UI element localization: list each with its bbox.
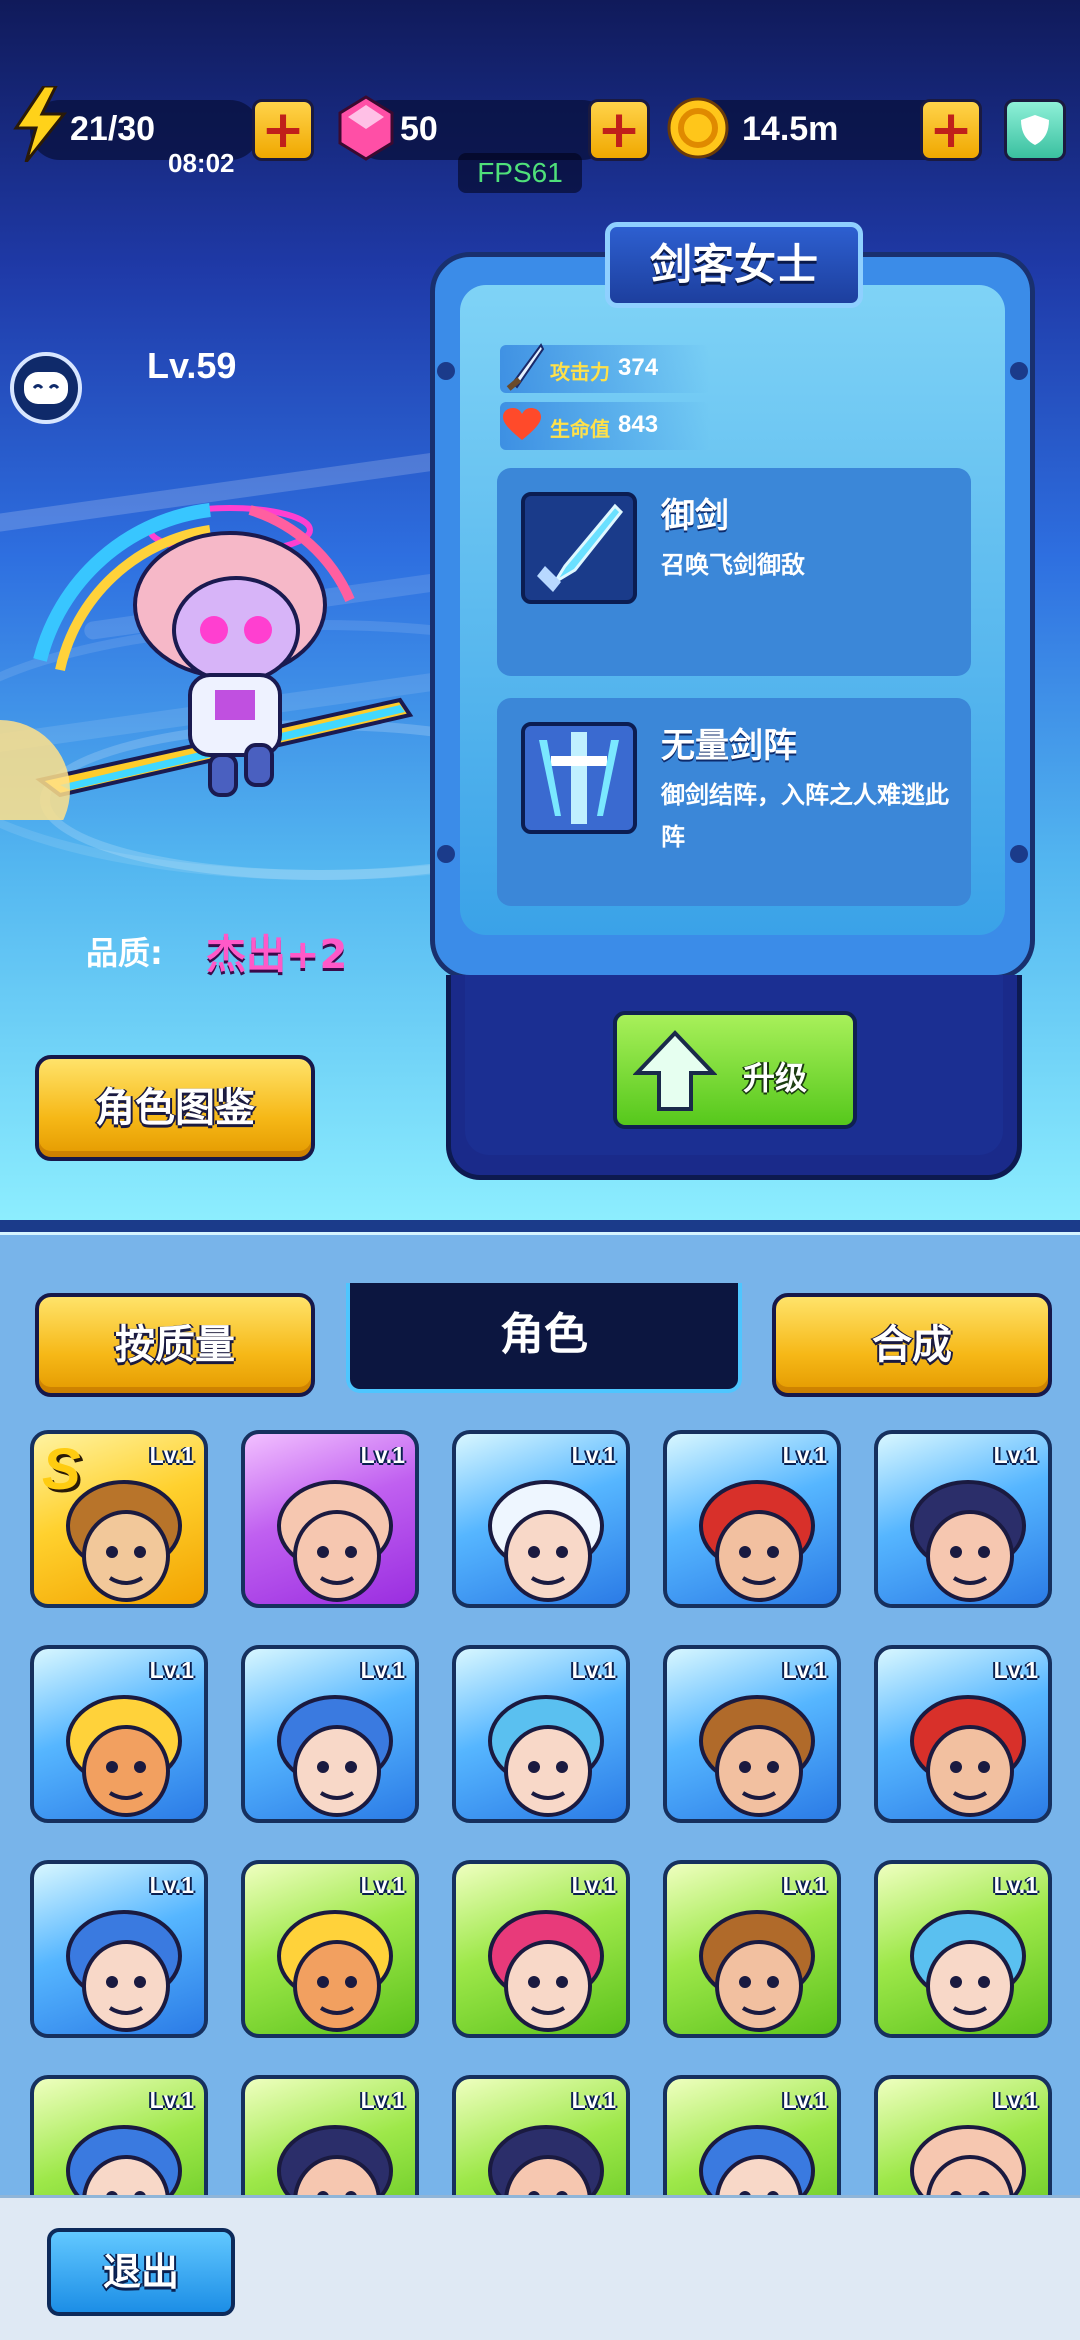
- sword-icon: [506, 343, 545, 391]
- character-card[interactable]: Lv.1: [241, 1645, 419, 1823]
- add-coins-button[interactable]: +: [920, 99, 982, 161]
- skill-desc: 召唤飞剑御敌: [661, 551, 805, 579]
- hero-name: 剑客女士: [605, 222, 863, 308]
- energy-value: 21/30: [70, 110, 156, 148]
- gem-value: 50: [400, 110, 438, 148]
- character-level: Lv.1: [782, 1442, 827, 1468]
- rank-badge: S: [42, 1437, 81, 1502]
- skill-name: 无量剑阵: [661, 726, 797, 766]
- tab-characters[interactable]: 角色: [346, 1283, 742, 1393]
- character-card[interactable]: Lv.1: [452, 1430, 630, 1608]
- character-level: Lv.1: [571, 2087, 616, 2113]
- character-level: Lv.1: [571, 1872, 616, 1898]
- character-level: Lv.1: [149, 1442, 194, 1468]
- gem-icon: [334, 95, 398, 161]
- shield-icon: [1021, 115, 1049, 145]
- cowboy-portrait-icon: [699, 1695, 815, 1817]
- hp-value: 843: [618, 411, 659, 438]
- coin-value: 14.5m: [742, 110, 839, 148]
- character-level: Lv.1: [993, 2087, 1038, 2113]
- fps-counter: FPS61: [458, 153, 582, 193]
- character-level: Lv.1: [782, 1872, 827, 1898]
- energy-timer: 08:02: [168, 148, 235, 178]
- ghost-face-icon: [24, 372, 68, 404]
- coin-icon: [666, 96, 730, 160]
- exit-button[interactable]: 退出: [47, 2228, 235, 2316]
- add-gems-button[interactable]: +: [588, 99, 650, 161]
- upgrade-label: 升级: [743, 1059, 808, 1097]
- character-card[interactable]: Lv.1: [874, 1645, 1052, 1823]
- character-card[interactable]: Lv.1 S: [30, 1430, 208, 1608]
- quality-label: 品质:: [86, 934, 163, 972]
- quality-value: 杰出+2: [206, 932, 348, 978]
- character-level: Lv.1: [782, 1657, 827, 1683]
- lightning-icon: [8, 86, 72, 162]
- shield-shop-button[interactable]: [1004, 99, 1066, 161]
- character-card[interactable]: Lv.1: [663, 1860, 841, 2038]
- up-arrow-icon: [633, 1030, 717, 1111]
- flying-sword-icon: [521, 492, 637, 604]
- character-level: Lv.1: [360, 1657, 405, 1683]
- character-level: Lv.1: [360, 1442, 405, 1468]
- character-level: Lv.1: [571, 1657, 616, 1683]
- pink-hair-girl-portrait-icon: [488, 1910, 604, 2032]
- hp-label: 生命值: [550, 417, 610, 441]
- character-card[interactable]: Lv.1: [452, 1860, 630, 2038]
- merge-button[interactable]: 合成: [772, 1293, 1052, 1397]
- hero-level: Lv.59: [147, 345, 237, 386]
- profile-avatar-button[interactable]: [10, 352, 82, 424]
- blue-monster-portrait-icon: [488, 1695, 604, 1817]
- sword-array-icon: [521, 722, 637, 834]
- character-level: Lv.1: [360, 1872, 405, 1898]
- sort-by-quality-button[interactable]: 按质量: [35, 1293, 315, 1397]
- upgrade-button[interactable]: 升级: [613, 1011, 857, 1129]
- character-card[interactable]: Lv.1: [874, 1430, 1052, 1608]
- hero-character-sprite: [0, 503, 414, 820]
- character-level: Lv.1: [149, 2087, 194, 2113]
- monocle-man-portrait-icon: [910, 1480, 1026, 1602]
- skill-name: 御剑: [661, 496, 729, 536]
- skill-card-2[interactable]: 无量剑阵 御剑结阵，入阵之人难逃此阵: [497, 698, 971, 906]
- bald-guy-portrait-icon: [277, 1480, 393, 1602]
- character-card[interactable]: Lv.1: [241, 1430, 419, 1608]
- character-level: Lv.1: [782, 2087, 827, 2113]
- black-beard-pirate-portrait-icon: [910, 1695, 1026, 1817]
- attack-label: 攻击力: [550, 360, 610, 384]
- character-level: Lv.1: [993, 1442, 1038, 1468]
- character-codex-button[interactable]: 角色图鉴: [35, 1055, 315, 1161]
- skill-desc: 御剑结阵，入阵之人难逃此阵: [661, 781, 949, 851]
- character-level: Lv.1: [360, 2087, 405, 2113]
- character-card[interactable]: Lv.1: [452, 1645, 630, 1823]
- character-level: Lv.1: [571, 1442, 616, 1468]
- character-level: Lv.1: [149, 1872, 194, 1898]
- skill-card-1[interactable]: 御剑 召唤飞剑御敌: [497, 468, 971, 676]
- character-card[interactable]: Lv.1: [30, 1645, 208, 1823]
- blue-hair-girl-portrait-icon: [66, 1910, 182, 2032]
- character-card[interactable]: Lv.1: [663, 1645, 841, 1823]
- blonde-viking-portrait-icon: [66, 1695, 182, 1817]
- character-level: Lv.1: [993, 1657, 1038, 1683]
- character-card[interactable]: Lv.1: [241, 1860, 419, 2038]
- character-level: Lv.1: [993, 1872, 1038, 1898]
- blue-monster-portrait-icon: [910, 1910, 1026, 2032]
- character-card[interactable]: Lv.1: [663, 1430, 841, 1608]
- add-energy-button[interactable]: +: [252, 99, 314, 161]
- character-card[interactable]: Lv.1: [874, 1860, 1052, 2038]
- black-beard-pirate-portrait-icon: [699, 1480, 815, 1602]
- character-level: Lv.1: [149, 1657, 194, 1683]
- character-card[interactable]: Lv.1: [30, 1860, 208, 2038]
- attack-value: 374: [618, 354, 659, 381]
- cowboy-portrait-icon: [699, 1910, 815, 2032]
- blonde-viking-portrait-icon: [277, 1910, 393, 2032]
- heart-icon: [503, 408, 541, 440]
- blue-hair-girl-portrait-icon: [277, 1695, 393, 1817]
- white-hair-girl-portrait-icon: [488, 1480, 604, 1602]
